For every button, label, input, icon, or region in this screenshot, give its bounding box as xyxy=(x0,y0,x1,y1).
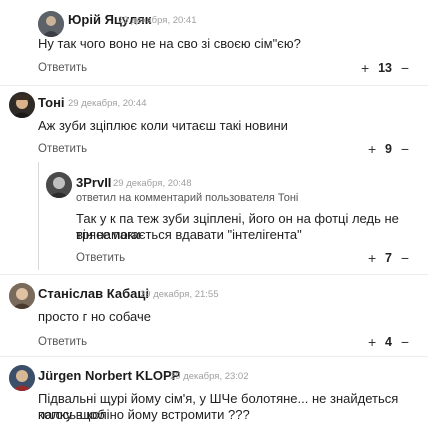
user-avatar-icon[interactable] xyxy=(9,92,35,118)
comment-timestamp: 29 декабря, 20:48 xyxy=(113,178,192,189)
comment-timestamp: 29 декабря, 23:02 xyxy=(170,371,249,382)
reply-button[interactable]: Ответить xyxy=(38,62,87,74)
reply-button[interactable]: Ответить xyxy=(38,143,87,155)
user-avatar-icon[interactable] xyxy=(9,283,35,309)
comment-timestamp: 29 декабря, 20:44 xyxy=(68,98,147,109)
minus-icon[interactable]: − xyxy=(400,248,410,268)
comment-text-line-2: він намагається вдавати "інтелігента" xyxy=(76,227,302,242)
vote-controls: + 13 − xyxy=(360,58,410,78)
minus-icon[interactable]: − xyxy=(400,332,410,352)
user-avatar-icon[interactable] xyxy=(46,172,72,198)
vote-score: 13 xyxy=(378,61,392,75)
comment-timestamp: 29 декабря, 21:55 xyxy=(140,289,219,300)
reply-note: ответил на комментарий пользователя Тоні xyxy=(76,192,298,204)
plus-icon[interactable]: + xyxy=(367,332,377,352)
vote-controls: + 4 − xyxy=(367,332,410,352)
reply-to-user[interactable]: Тоні xyxy=(278,192,299,204)
plus-icon[interactable]: + xyxy=(360,58,370,78)
plus-icon[interactable]: + xyxy=(367,248,377,268)
divider xyxy=(0,356,428,357)
comment-author[interactable]: Станіслав Кабаці xyxy=(38,286,149,301)
plus-icon[interactable]: + xyxy=(367,139,377,159)
comment-text: Ну так чого воно не на сво зі своєю сім"… xyxy=(38,36,301,51)
comment-author[interactable]: Тоні xyxy=(38,95,65,110)
comment-text: просто г но собаче xyxy=(38,309,151,324)
vote-score: 7 xyxy=(385,251,392,265)
minus-icon[interactable]: − xyxy=(400,139,410,159)
comment-author[interactable]: Jürgen Norbert KLOPP xyxy=(38,368,180,383)
vote-controls: + 9 − xyxy=(367,139,410,159)
user-avatar-icon[interactable] xyxy=(9,365,35,391)
reply-button[interactable]: Ответить xyxy=(76,252,125,264)
thread-line xyxy=(38,162,39,270)
vote-controls: + 7 − xyxy=(367,248,410,268)
user-avatar-icon[interactable] xyxy=(38,11,64,37)
vote-score: 4 xyxy=(385,335,392,349)
reply-note-prefix: ответил на комментарий пользователя xyxy=(76,192,278,204)
vote-score: 9 xyxy=(385,142,392,156)
comment-author[interactable]: 3PrvII xyxy=(76,175,111,190)
comment-timestamp: 29 декабря, 20:41 xyxy=(118,15,197,26)
reply-button[interactable]: Ответить xyxy=(38,336,87,348)
divider xyxy=(0,85,428,86)
minus-icon[interactable]: − xyxy=(400,58,410,78)
divider xyxy=(0,274,428,275)
comment-text: Аж зуби зціплює коли читаєш такі новини xyxy=(38,118,288,133)
